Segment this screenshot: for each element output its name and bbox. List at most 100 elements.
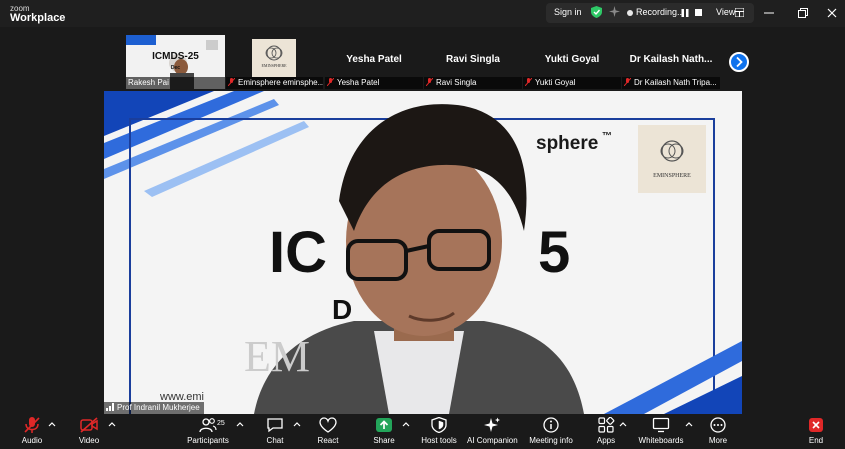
video-options-chevron-icon[interactable] [108, 421, 116, 427]
apps-icon [598, 417, 615, 433]
participant-tile[interactable]: ICMDS-25 Dec Rakesh Pai [126, 35, 225, 89]
react-label: React [317, 436, 339, 445]
audio-button[interactable]: Audio [16, 417, 48, 449]
whiteboards-label: Whiteboards [638, 436, 684, 445]
mic-muted-icon [525, 78, 532, 86]
recording-status: Recording... [636, 7, 685, 17]
share-options-chevron-icon[interactable] [402, 421, 410, 427]
whiteboard-icon [652, 417, 670, 433]
participant-tile[interactable]: Ravi Singla Ravi Singla [424, 35, 522, 89]
speaker-video-frame [104, 91, 742, 414]
audio-label: Audio [21, 436, 43, 445]
host-tools-button[interactable]: Host tools [420, 417, 458, 449]
slide-title-right: 5 [538, 220, 571, 285]
slide-title-left: IC [269, 220, 327, 285]
slide-logo-text: EMINSPHERE [653, 173, 691, 179]
participant-display-name: Ravi Singla [446, 54, 500, 65]
ai-companion-label: AI Companion [467, 436, 518, 445]
participant-tile[interactable]: Yesha Patel Yesha Patel [325, 35, 423, 89]
more-button[interactable]: More [706, 417, 730, 449]
more-label: More [708, 436, 728, 445]
participant-tile[interactable]: Yukti Goyal Yukti Goyal [523, 35, 621, 89]
ai-sparkle-icon [484, 417, 500, 432]
mic-muted-icon [624, 78, 631, 86]
speaker-name: Prof Indranil Mukherjee [117, 403, 200, 412]
whiteboards-options-chevron-icon[interactable] [685, 421, 693, 427]
signal-strength-icon [106, 403, 114, 411]
minimize-icon[interactable] [760, 4, 778, 22]
sign-in-button[interactable]: Sign in [554, 7, 582, 17]
slide-trademark: ™ [602, 131, 612, 142]
participant-name-text: Eminsphere eminsphe... [238, 78, 323, 87]
participant-name: Eminsphere eminsphe... [226, 77, 323, 89]
video-off-icon [80, 417, 98, 433]
end-label: End [808, 436, 824, 445]
participant-tile[interactable]: Dr Kailash Nath... Dr Kailash Nath Tripa… [622, 35, 720, 89]
meeting-info-label: Meeting info [529, 436, 573, 445]
end-call-icon [809, 418, 823, 432]
share-button[interactable]: Share [370, 417, 398, 449]
chat-button[interactable]: Chat [262, 417, 288, 449]
whiteboards-button[interactable]: Whiteboards [638, 417, 684, 449]
slide-brand-text: sphere [536, 133, 599, 154]
close-icon[interactable] [823, 4, 841, 22]
participant-name: Yukti Goyal [523, 77, 621, 89]
ai-sparkle-icon[interactable] [609, 6, 620, 17]
view-button[interactable]: View [716, 7, 735, 17]
share-label: Share [373, 436, 395, 445]
participant-name: Dr Kailash Nath Tripa... [622, 77, 720, 89]
next-page-button[interactable] [729, 52, 749, 72]
logo-bottom: Workplace [10, 12, 66, 24]
apps-options-chevron-icon[interactable] [619, 421, 627, 427]
chat-icon [267, 418, 283, 433]
meeting-info-button[interactable]: Meeting info [528, 417, 574, 449]
participant-name-text: Dr Kailash Nath Tripa... [634, 78, 717, 87]
participant-tile[interactable]: EMINSPHERE Eminsphere eminsphe... [226, 35, 323, 89]
active-speaker-video: IC 5 sphere ™ EMINSPHERE D EM www.emi [104, 91, 742, 414]
participant-name-text: Yukti Goyal [535, 78, 576, 87]
end-meeting-button[interactable]: End [804, 417, 828, 449]
slide-watermark: EM [244, 332, 310, 381]
participant-name: Ravi Singla [424, 77, 522, 89]
info-icon [543, 417, 559, 433]
react-button[interactable]: React [314, 417, 342, 449]
participant-display-name: Yesha Patel [346, 54, 402, 65]
mic-muted-icon [228, 78, 235, 86]
pause-recording-icon[interactable] [681, 9, 689, 17]
mic-muted-icon [327, 78, 334, 86]
heart-icon [319, 417, 337, 433]
host-tools-label: Host tools [421, 436, 457, 445]
eminsphere-logo-text: EMINSPHERE [261, 63, 287, 68]
shield-icon [431, 417, 447, 433]
video-label: Video [78, 436, 100, 445]
apps-label: Apps [596, 436, 616, 445]
eminsphere-logo: EMINSPHERE [252, 39, 296, 77]
stop-recording-icon[interactable] [695, 9, 702, 16]
slide-thumbnail-title: ICMDS-25 [152, 51, 199, 62]
more-icon [710, 417, 726, 433]
participants-options-chevron-icon[interactable] [236, 421, 244, 427]
mic-muted-icon [24, 417, 40, 433]
shield-check-icon[interactable] [591, 6, 602, 18]
participant-name: Rakesh Pai [126, 77, 225, 89]
participant-name-text: Ravi Singla [436, 78, 477, 87]
audio-options-chevron-icon[interactable] [48, 421, 56, 427]
slide-thumbnail-subtitle: Dec [170, 65, 181, 71]
ai-companion-button[interactable]: AI Companion [467, 417, 518, 449]
zoom-logo: zoom Workplace [10, 4, 66, 24]
video-button[interactable]: Video [73, 417, 105, 449]
participant-display-name: Dr Kailash Nath... [629, 54, 713, 65]
restore-icon[interactable] [794, 4, 812, 22]
slide-date-letter: D [332, 294, 353, 325]
mic-muted-icon [426, 78, 433, 86]
chat-options-chevron-icon[interactable] [293, 421, 301, 427]
participant-name: Yesha Patel [325, 77, 423, 89]
view-grid-icon[interactable] [735, 8, 744, 17]
title-bar: zoom Workplace Sign in Recording... View [0, 0, 845, 27]
speaker-name-label: Prof Indranil Mukherjee [104, 402, 204, 414]
chevron-right-icon [736, 56, 743, 68]
participant-name-text: Yesha Patel [337, 78, 380, 87]
participant-count-badge: 25 [217, 420, 225, 427]
participant-display-name: Yukti Goyal [544, 54, 600, 65]
apps-button[interactable]: Apps [594, 417, 618, 449]
